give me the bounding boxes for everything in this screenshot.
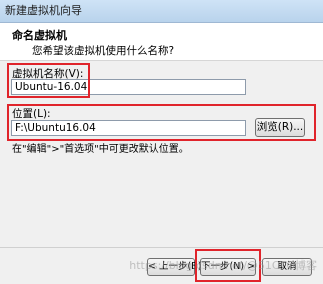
title-bar: 新建虚拟机向导 — [0, 0, 323, 23]
window-title: 新建虚拟机向导 — [5, 4, 82, 17]
page-title: 命名虚拟机 — [12, 29, 67, 42]
location-hint: 在"编辑">"首选项"中可更改默认位置。 — [12, 144, 189, 155]
new-vm-wizard-window: 新建虚拟机向导 命名虚拟机 您希望该虚拟机使用什么名称? 虚拟机名称(V): U… — [0, 0, 323, 284]
page-subtitle: 您希望该虚拟机使用什么名称? — [32, 45, 175, 57]
wizard-header: 命名虚拟机 您希望该虚拟机使用什么名称? — [0, 23, 323, 61]
watermark: https://blog.csdn.net/@51CTO博客 — [129, 259, 317, 272]
vm-name-highlight — [7, 63, 90, 98]
location-highlight — [7, 104, 316, 141]
footer-divider — [0, 247, 323, 248]
